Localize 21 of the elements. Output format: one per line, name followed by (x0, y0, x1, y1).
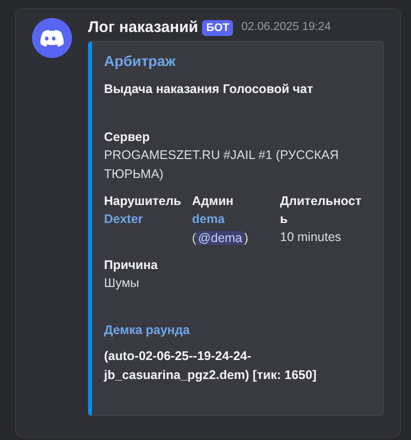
field-name: Причина (104, 257, 159, 274)
bot-avatar-icon[interactable] (32, 18, 72, 58)
timestamp: 02.06.2025 19:24 (241, 20, 331, 36)
embed-description: Выдача наказания Голосовой чат (104, 81, 314, 98)
user-link[interactable]: Dexter (104, 212, 143, 226)
user-link[interactable]: dema (192, 212, 225, 226)
field-value: PROGAMESZET.RU #JAIL #1 (РУССКАЯ ТЮРЬМА) (104, 148, 339, 181)
field-name: Админ (192, 193, 234, 210)
field-value: ( (192, 231, 196, 245)
author-name[interactable]: Лог наказаний (88, 18, 198, 38)
field-name: Сервер (104, 129, 151, 146)
section-title: Демка раунда (104, 322, 191, 339)
user-mention[interactable]: @dema (196, 231, 244, 245)
field-name: Длительность (280, 193, 362, 228)
embed-title[interactable]: Арбитраж (104, 52, 371, 72)
field-value: ) (244, 231, 248, 245)
field-value: Шумы (104, 276, 140, 290)
section-text: (auto-02-06-25--19-24-24-jb_casuarina_pgz2.dem) [тик: 1650] (104, 348, 318, 384)
field-name: Нарушитель (104, 193, 182, 210)
bot-badge: БОТ (202, 20, 234, 36)
field-value: 10 minutes (280, 230, 342, 244)
